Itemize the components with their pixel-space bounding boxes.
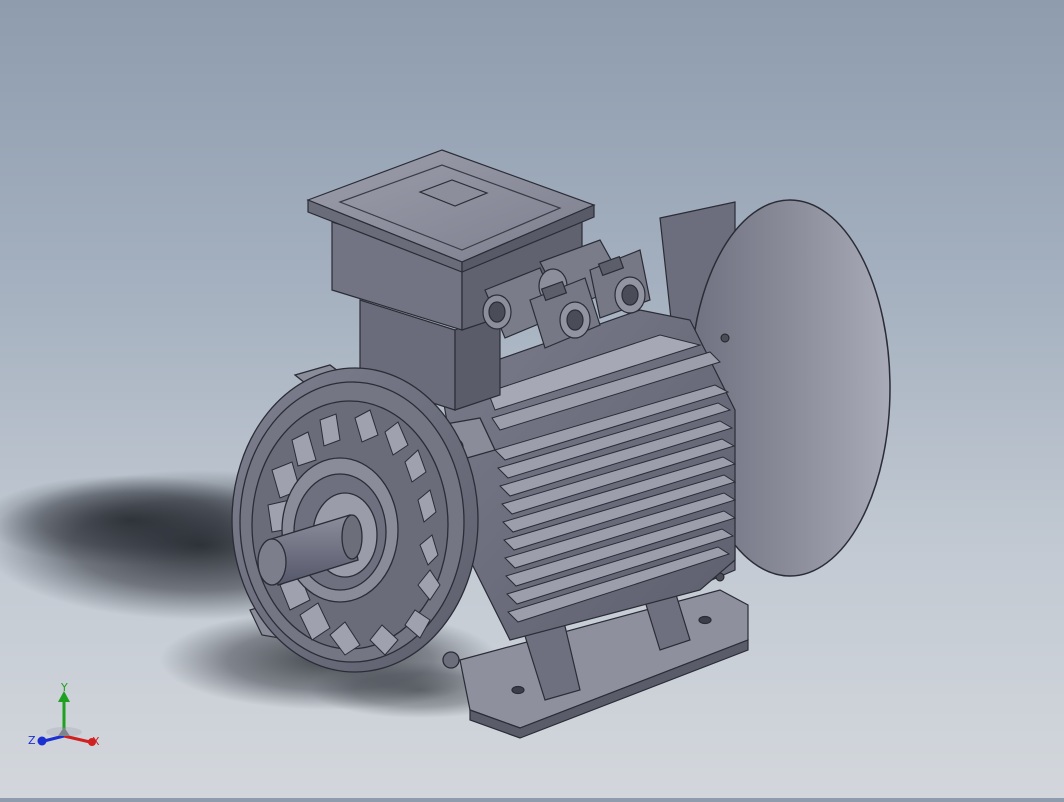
model-viewport[interactable]	[0, 0, 1064, 798]
y-axis-label: Y	[61, 681, 68, 694]
coordinate-triad[interactable]: Y X Z	[24, 680, 114, 760]
x-axis-line	[63, 734, 91, 744]
triad-graphic	[37, 691, 96, 746]
z-axis-end	[37, 736, 47, 746]
motor-3d-model[interactable]	[0, 0, 1064, 798]
z-axis-label: Z	[28, 734, 36, 747]
z-axis-line	[43, 734, 65, 743]
x-axis-label: X	[92, 735, 100, 748]
